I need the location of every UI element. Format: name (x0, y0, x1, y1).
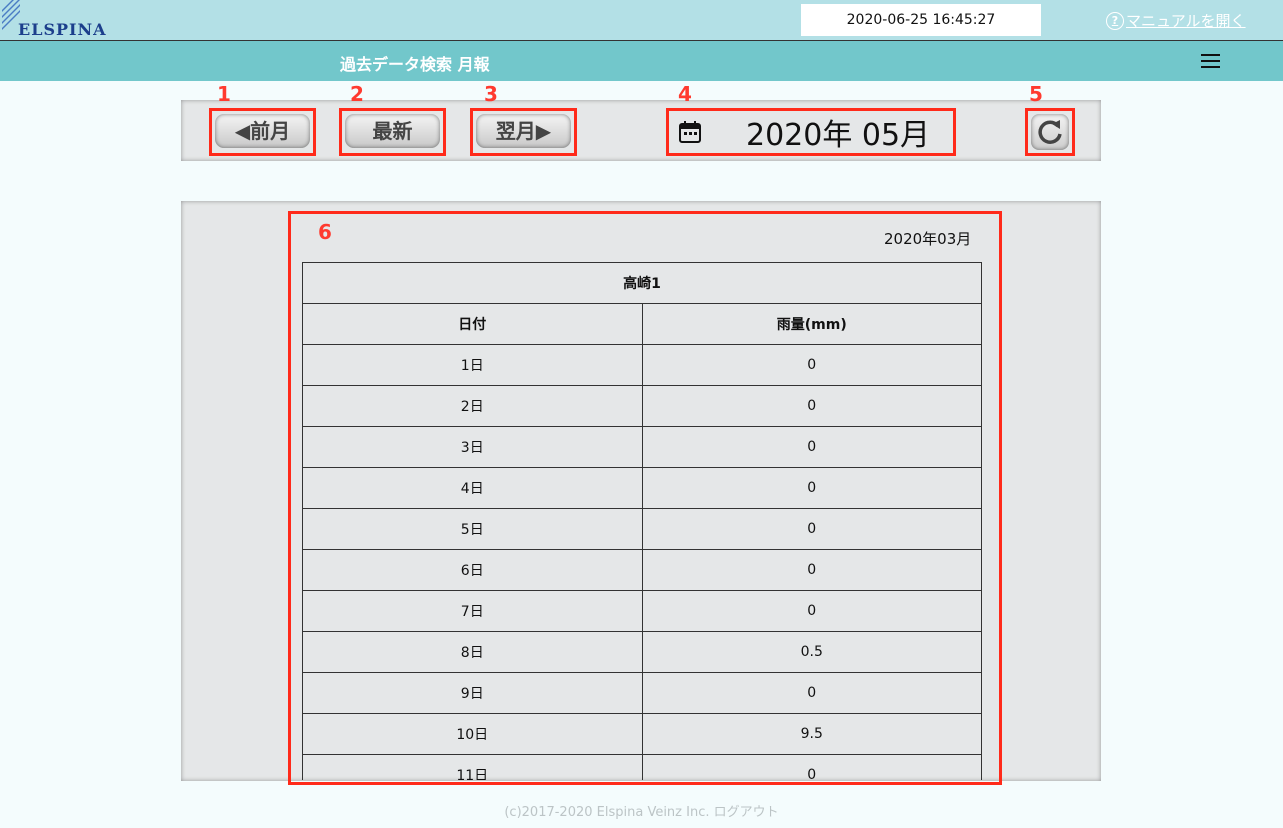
date-cell: 11日 (302, 754, 643, 780)
table-row: 4日 0 (302, 467, 982, 509)
table-row: 6日 0 (302, 549, 982, 591)
date-cell: 7日 (302, 590, 643, 632)
annotation-label-3: 3 (484, 82, 498, 106)
station-name: 高崎1 (302, 262, 982, 304)
rainfall-cell: 0 (641, 754, 982, 780)
rainfall-cell: 0.5 (641, 631, 982, 673)
table-row: 10日 9.5 (302, 713, 982, 755)
help-icon: ? (1106, 11, 1124, 30)
annotation-label-1: 1 (217, 82, 231, 106)
rainfall-table: 高崎1 日付 雨量(mm) 1日 0 2日 0 3日 0 4日 0 5日 0 6日 0 7日… (302, 262, 982, 780)
date-cell: 5日 (302, 508, 643, 550)
reload-icon (1038, 120, 1062, 144)
rainfall-column-header: 雨量(mm) (641, 303, 982, 345)
date-cell: 8日 (302, 631, 643, 673)
latest-button[interactable]: 最新 (345, 114, 440, 148)
date-cell: 3日 (302, 426, 643, 468)
logo-text: ELSPINA (18, 20, 107, 39)
annotation-label-4: 4 (678, 82, 692, 106)
rainfall-table-scroll[interactable]: 高崎1 日付 雨量(mm) 1日 0 2日 0 3日 0 4日 0 5日 0 6日 0 7日… (302, 262, 982, 780)
table-row: 8日 0.5 (302, 631, 982, 673)
next-month-button[interactable]: 翌月▶ (476, 114, 571, 148)
annotation-label-5: 5 (1029, 82, 1043, 106)
month-picker[interactable]: 2020年 05月 (678, 114, 930, 153)
current-datetime: 2020-06-25 16:45:27 (801, 4, 1041, 36)
date-cell: 1日 (302, 344, 643, 386)
reload-button[interactable] (1031, 114, 1069, 150)
date-cell: 10日 (302, 713, 643, 755)
rainfall-cell: 0 (641, 590, 982, 632)
date-cell: 6日 (302, 549, 643, 591)
table-row: 11日 0 (302, 754, 982, 780)
prev-month-button[interactable]: ◀前月 (215, 114, 310, 148)
open-manual-link[interactable]: ? マニュアルを開く (1106, 10, 1246, 31)
table-row: 9日 0 (302, 672, 982, 714)
table-row: 1日 0 (302, 344, 982, 386)
date-cell: 9日 (302, 672, 643, 714)
elspina-logo[interactable]: ELSPINA (0, 0, 130, 40)
rainfall-cell: 9.5 (641, 713, 982, 755)
report-month: 2020年03月 (884, 230, 972, 248)
rainfall-cell: 0 (641, 672, 982, 714)
calendar-icon (679, 121, 701, 143)
rainfall-cell: 0 (641, 385, 982, 427)
table-row: 3日 0 (302, 426, 982, 468)
rainfall-cell: 0 (641, 467, 982, 509)
rainfall-cell: 0 (641, 508, 982, 550)
top-bar: ELSPINA 2020-06-25 16:45:27 ? マニュアルを開く (0, 0, 1283, 41)
table-row: 7日 0 (302, 590, 982, 632)
annotation-label-2: 2 (350, 82, 364, 106)
page-title: 過去データ検索 月報 (340, 55, 490, 74)
rainfall-cell: 0 (641, 344, 982, 386)
table-row: 5日 0 (302, 508, 982, 550)
date-cell: 2日 (302, 385, 643, 427)
rainfall-cell: 0 (641, 426, 982, 468)
date-column-header: 日付 (302, 303, 643, 345)
table-row: 2日 0 (302, 385, 982, 427)
selected-month: 2020年 05月 (746, 118, 931, 153)
rainfall-cell: 0 (641, 549, 982, 591)
open-manual-label: マニュアルを開く (1126, 12, 1246, 30)
title-bar: 過去データ検索 月報 (0, 41, 1283, 81)
date-cell: 4日 (302, 467, 643, 509)
footer: (c)2017-2020 Elspina Veinz Inc. ログアウト (504, 805, 779, 820)
hamburger-menu-icon[interactable] (1201, 54, 1220, 68)
month-toolbar (181, 100, 1101, 161)
annotation-label-6: 6 (318, 220, 332, 244)
